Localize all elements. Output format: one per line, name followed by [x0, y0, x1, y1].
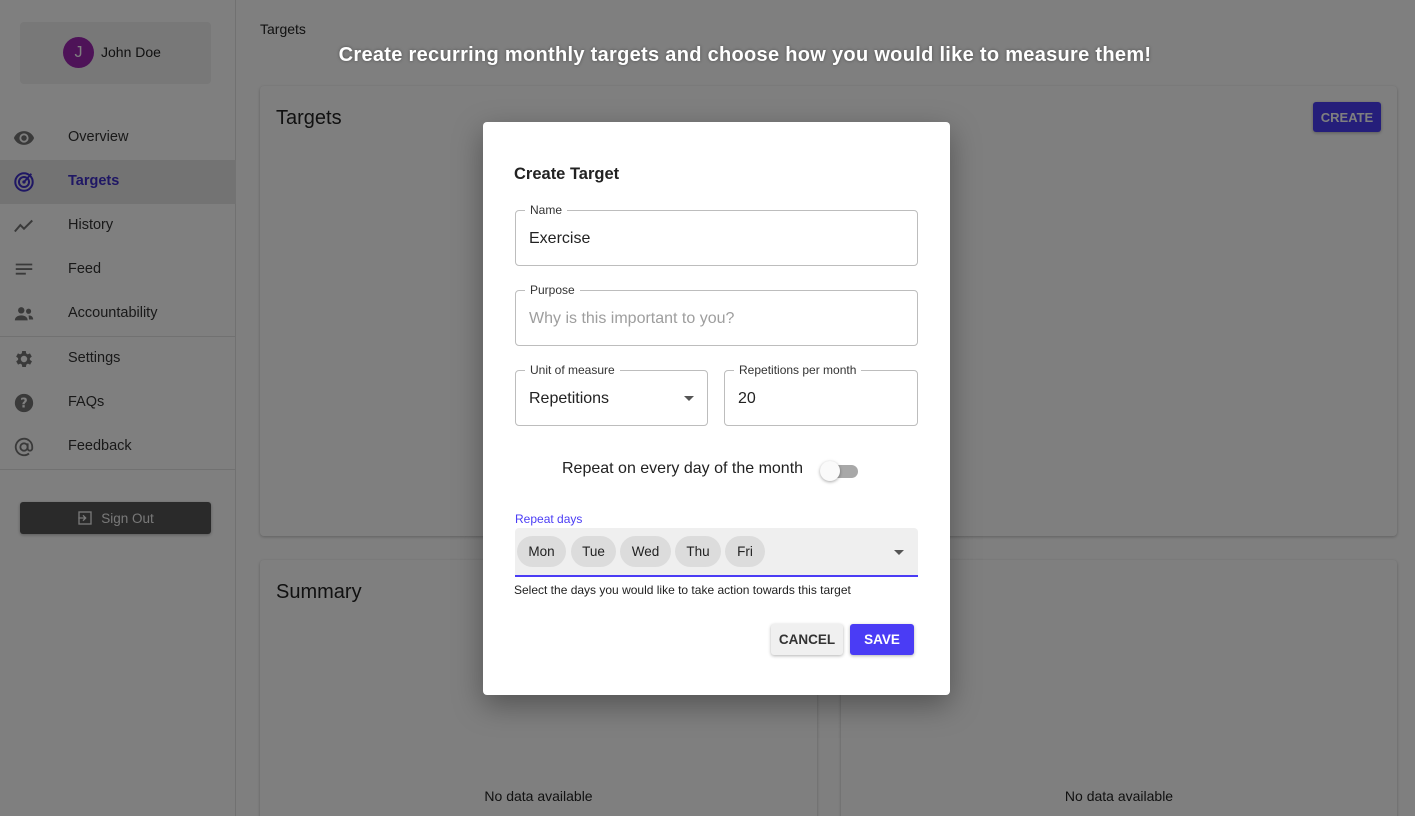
repeat-every-day-label: Repeat on every day of the month — [562, 460, 804, 477]
repetitions-field-label: Repetitions per month — [734, 363, 862, 377]
repetitions-field-value[interactable]: 20 — [738, 390, 756, 408]
day-chip[interactable]: Tue — [571, 536, 616, 567]
repeat-days-helper-text: Select the days you would like to take a… — [514, 583, 851, 597]
name-field-label: Name — [525, 203, 568, 217]
unit-field-label: Unit of measure — [525, 363, 620, 377]
day-chip[interactable]: Fri — [725, 536, 765, 567]
purpose-field-placeholder[interactable]: Why is this important to you? — [529, 310, 734, 328]
name-field[interactable]: Name Exercise — [515, 203, 918, 266]
chevron-down-icon — [684, 396, 694, 401]
dialog-title: Create Target — [514, 165, 620, 183]
repeat-every-day-toggle[interactable] — [820, 461, 860, 481]
create-target-dialog: Create Target Name Exercise Purpose Why … — [483, 122, 950, 695]
day-chip[interactable]: Wed — [620, 536, 671, 567]
page-banner: Create recurring monthly targets and cho… — [338, 44, 1152, 66]
purpose-field-label: Purpose — [525, 283, 580, 297]
unit-of-measure-select[interactable]: Unit of measure Repetitions — [515, 363, 708, 426]
repeat-days-select[interactable]: Mon Tue Wed Thu Fri — [515, 528, 918, 577]
repeat-days-label: Repeat days — [515, 512, 583, 526]
chevron-down-icon — [894, 550, 904, 555]
purpose-field[interactable]: Purpose Why is this important to you? — [515, 283, 918, 346]
day-chip[interactable]: Thu — [675, 536, 721, 567]
name-field-value[interactable]: Exercise — [529, 230, 590, 248]
toggle-thumb[interactable] — [820, 461, 840, 481]
unit-field-value: Repetitions — [529, 390, 610, 407]
repetitions-field[interactable]: Repetitions per month 20 — [724, 363, 918, 426]
cancel-button[interactable]: CANCEL — [771, 624, 843, 655]
save-button[interactable]: SAVE — [850, 624, 914, 655]
day-chip[interactable]: Mon — [517, 536, 566, 567]
